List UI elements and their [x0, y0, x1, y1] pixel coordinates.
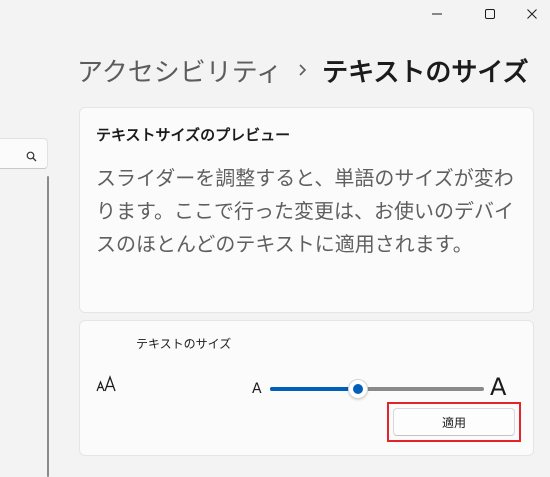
slider-fill — [270, 387, 358, 391]
minimize-button[interactable] — [414, 0, 460, 28]
page-title: テキストのサイズ — [322, 57, 529, 88]
apply-highlight: 適用 — [387, 402, 521, 442]
search-icon — [26, 147, 37, 166]
breadcrumb-parent[interactable]: アクセシビリティ — [77, 52, 282, 89]
text-size-slider[interactable] — [270, 379, 484, 399]
chevron-right-icon — [298, 63, 308, 77]
slider-thumb[interactable] — [347, 379, 368, 399]
nav-scrollbar[interactable] — [47, 176, 49, 477]
apply-button[interactable]: 適用 — [393, 408, 515, 436]
preview-title: テキストサイズのプレビュー — [96, 126, 291, 144]
breadcrumb: アクセシビリティ テキストのサイズ — [77, 50, 529, 90]
maximize-icon — [485, 9, 495, 19]
search-input[interactable] — [0, 138, 48, 169]
close-button[interactable] — [509, 0, 550, 28]
slider-max-label: A — [490, 373, 507, 401]
text-size-label: テキストのサイズ — [136, 337, 232, 351]
maximize-button[interactable] — [467, 0, 513, 28]
slider-min-label: A — [252, 381, 262, 397]
close-icon — [527, 9, 537, 19]
text-size-card: テキストのサイズ A A 適用 — [79, 320, 534, 456]
preview-card: テキストサイズのプレビュー スライダーを調整すると、単語のサイズが変わります。こ… — [79, 107, 534, 313]
text-size-icon — [96, 375, 118, 397]
minimize-icon — [432, 13, 442, 15]
preview-text: スライダーを調整すると、単語のサイズが変わります。ここで行った変更は、お使いのデ… — [96, 166, 514, 256]
